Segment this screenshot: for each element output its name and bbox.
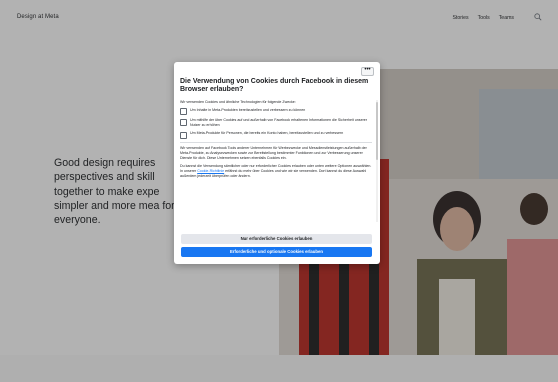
dialog-choice-paragraph: Du kannst die Verwendung sämtlicher oder…: [180, 164, 372, 179]
checkbox-icon: [180, 118, 187, 126]
allow-essential-cookies-button[interactable]: Nur erforderliche Cookies erlauben: [181, 234, 372, 244]
checkbox-icon: [180, 108, 187, 116]
purpose-text: Um Meta-Produkte für Personen, die berei…: [190, 131, 344, 136]
cookie-consent-dialog: ••• Die Verwendung von Cookies durch Fac…: [174, 62, 380, 264]
allow-all-cookies-button[interactable]: Erforderliche und optionale Cookies erla…: [181, 247, 372, 257]
purpose-text: Um mithilfe der über Cookies auf und auß…: [190, 118, 367, 128]
dialog-body: Wir verwenden Cookies und ähnliche Techn…: [180, 100, 372, 222]
purpose-item: Um Inhalte in Meta-Produkten bereitzuste…: [180, 108, 372, 116]
dialog-intro: Wir verwenden Cookies und ähnliche Techn…: [180, 100, 296, 104]
dialog-divider: [180, 141, 372, 143]
dialog-scrollbar[interactable]: [376, 100, 378, 222]
purpose-item: Um mithilfe der über Cookies auf und auß…: [180, 118, 372, 128]
checkbox-icon: [180, 131, 187, 139]
dialog-tools-paragraph: Wir verwenden auf Facebook Tools anderer…: [180, 146, 367, 161]
more-icon[interactable]: •••: [361, 67, 374, 76]
dialog-title: Die Verwendung von Cookies durch Faceboo…: [180, 78, 369, 94]
cookie-policy-link[interactable]: Cookie-Richtlinie: [197, 169, 224, 173]
purpose-text: Um Inhalte in Meta-Produkten bereitzuste…: [190, 107, 306, 112]
dialog-scroll-thumb[interactable]: [376, 102, 378, 160]
purpose-item: Um Meta-Produkte für Personen, die berei…: [180, 131, 372, 139]
